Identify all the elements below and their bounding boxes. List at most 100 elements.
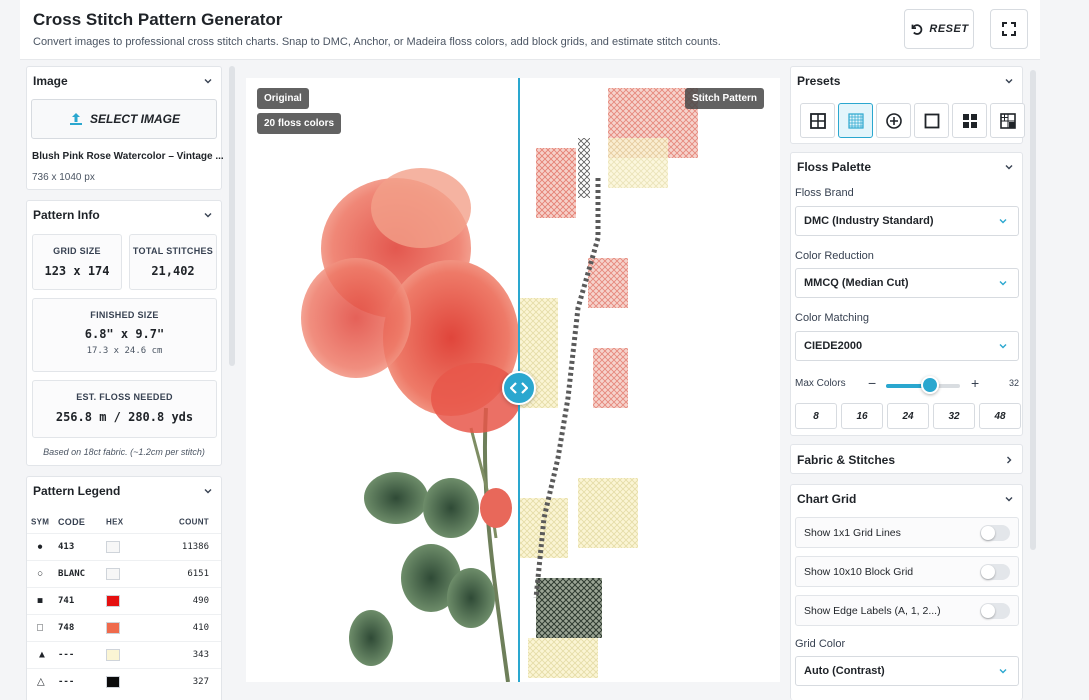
grid-lines-switch[interactable] <box>980 524 1010 541</box>
left-scrollbar[interactable] <box>229 66 235 366</box>
chart-grid-header[interactable]: Chart Grid <box>791 485 1022 513</box>
fabric-panel: Fabric & Stitches <box>790 444 1023 474</box>
stitch-pattern-image <box>518 88 698 678</box>
legend-header[interactable]: Pattern Legend <box>27 477 221 505</box>
grid-size-label: GRID SIZE <box>53 246 101 256</box>
legend-symbol: △ <box>37 676 45 688</box>
preview-canvas[interactable]: Original 20 floss colors Stitch Pattern <box>246 78 780 682</box>
floss-brand-select[interactable]: DMC (Industry Standard) <box>795 206 1019 236</box>
max-colors-value: 32 <box>1008 378 1019 388</box>
app-root: Cross Stitch Pattern Generator Convert i… <box>0 0 1089 700</box>
quick-colors-48-button[interactable]: 48 <box>979 403 1021 429</box>
quick-colors-24-button[interactable]: 24 <box>887 403 929 429</box>
chevron-down-icon <box>1005 79 1013 84</box>
legend-row: □ 748 410 <box>27 614 221 641</box>
reset-button[interactable]: RESET <box>904 9 974 49</box>
toggle-edge-labels-label: Show Edge Labels (A, 1, 2...) <box>804 604 941 617</box>
grid-color-select[interactable]: Auto (Contrast) <box>795 656 1019 686</box>
quick-colors-32-button[interactable]: 32 <box>933 403 975 429</box>
floss-colors-badge: 20 floss colors <box>257 113 342 134</box>
legend-code: --- <box>58 650 75 660</box>
undo-icon <box>912 24 923 35</box>
preset-target[interactable] <box>876 103 911 138</box>
floss-palette-title: Floss Palette <box>797 160 872 174</box>
preset-grid-fine[interactable] <box>838 103 873 138</box>
fullscreen-button[interactable] <box>990 9 1028 49</box>
col-count: COUNT <box>179 517 209 527</box>
max-colors-label: Max Colors <box>795 378 846 389</box>
edge-labels-switch[interactable] <box>980 602 1010 619</box>
color-matching-label: Color Matching <box>795 312 869 324</box>
toggle-grid-lines-label: Show 1x1 Grid Lines <box>804 526 901 539</box>
chevron-down-icon <box>204 79 212 84</box>
max-colors-decrement[interactable]: − <box>868 375 876 391</box>
toggle-block-grid-label: Show 10x10 Block Grid <box>804 565 914 578</box>
max-colors-slider[interactable] <box>886 376 960 394</box>
fabric-note: Based on 18ct fabric. (~1.2cm per stitch… <box>43 447 205 457</box>
pattern-info-title: Pattern Info <box>33 208 100 222</box>
quick-colors-16-button[interactable]: 16 <box>841 403 883 429</box>
color-reduction-label: Color Reduction <box>795 250 874 262</box>
block-grid-switch[interactable] <box>980 563 1010 580</box>
page-title: Cross Stitch Pattern Generator <box>33 10 283 29</box>
slider-thumb[interactable] <box>921 376 940 394</box>
preset-grid-2x2[interactable] <box>800 103 835 138</box>
image-dimensions: 736 x 1040 px <box>32 172 95 183</box>
chevron-down-icon <box>1005 497 1013 502</box>
legend-color-swatch <box>106 622 120 634</box>
legend-symbol: ○ <box>37 568 44 580</box>
finished-size-value: 6.8" x 9.7" <box>84 327 165 341</box>
image-panel-header[interactable]: Image <box>27 67 221 95</box>
toggle-grid-lines[interactable]: Show 1x1 Grid Lines <box>795 517 1019 548</box>
select-image-button[interactable]: SELECT IMAGE <box>31 99 217 139</box>
legend-symbol: ▲ <box>37 649 47 661</box>
quick-colors-8-button[interactable]: 8 <box>795 403 837 429</box>
finished-size-card: FINISHED SIZE 6.8" x 9.7" 17.3 x 24.6 cm <box>32 298 217 372</box>
preset-grid-solid[interactable] <box>952 103 987 138</box>
legend-symbol: ■ <box>37 595 44 607</box>
total-stitches-label: TOTAL STITCHES <box>132 246 214 256</box>
color-reduction-select[interactable]: MMCQ (Median Cut) <box>795 268 1019 298</box>
floss-value: 256.8 m / 280.8 yds <box>55 410 194 424</box>
chart-grid-title: Chart Grid <box>797 492 857 506</box>
floss-palette-panel: Floss Palette Floss Brand DMC (Industry … <box>790 152 1023 436</box>
legend-code: 748 <box>58 623 75 633</box>
color-matching-select[interactable]: CIEDE2000 <box>795 331 1019 361</box>
floss-brand-value: DMC (Industry Standard) <box>804 215 934 227</box>
pattern-info-panel: Pattern Info GRID SIZE 123 x 174 TOTAL S… <box>26 200 222 466</box>
legend-rows: ● 413 11386 ○ BLANC 6151 ■ 741 490 □ 748 410 ▲ --- 343… <box>27 533 221 695</box>
right-scrollbar[interactable] <box>1030 70 1036 550</box>
pattern-info-header[interactable]: Pattern Info <box>27 201 221 229</box>
legend-color-swatch <box>106 649 120 661</box>
image-file-name: Blush Pink Rose Watercolor – Vintage ... <box>32 151 224 162</box>
presets-panel: Presets <box>790 66 1025 144</box>
upload-icon <box>69 113 82 125</box>
fabric-header[interactable]: Fabric & Stitches <box>791 445 1022 475</box>
legend-code: --- <box>58 677 75 687</box>
preset-buttons <box>800 103 1025 138</box>
toggle-block-grid[interactable]: Show 10x10 Block Grid <box>795 556 1019 587</box>
toggle-edge-labels[interactable]: Show Edge Labels (A, 1, 2...) <box>795 595 1019 626</box>
color-matching-value: CIEDE2000 <box>804 340 863 352</box>
compare-handle[interactable] <box>502 371 536 405</box>
square-outline-icon <box>924 113 939 128</box>
preset-grid-mixed[interactable] <box>990 103 1025 138</box>
legend-count: 343 <box>192 650 209 660</box>
max-colors-increment[interactable]: + <box>971 375 979 391</box>
chevron-down-icon <box>999 219 1007 224</box>
floss-palette-header[interactable]: Floss Palette <box>791 153 1022 181</box>
legend-code: 413 <box>58 542 75 552</box>
presets-header[interactable]: Presets <box>791 67 1022 95</box>
legend-row: ● 413 11386 <box>27 533 221 560</box>
chart-grid-panel: Chart Grid Show 1x1 Grid Lines Show 10x1… <box>790 484 1023 700</box>
legend-color-swatch <box>106 676 120 688</box>
color-reduction-value: MMCQ (Median Cut) <box>804 277 909 289</box>
grid-solid-icon <box>962 113 977 128</box>
legend-symbol: □ <box>37 622 44 634</box>
chevron-down-icon <box>999 669 1007 674</box>
legend-count: 410 <box>192 623 209 633</box>
legend-header-row: SYM CODE HEX COUNT <box>27 511 221 533</box>
select-image-label: SELECT IMAGE <box>89 112 180 126</box>
pattern-legend-panel: Pattern Legend SYM CODE HEX COUNT ● 413 11… <box>26 476 222 700</box>
preset-square[interactable] <box>914 103 949 138</box>
